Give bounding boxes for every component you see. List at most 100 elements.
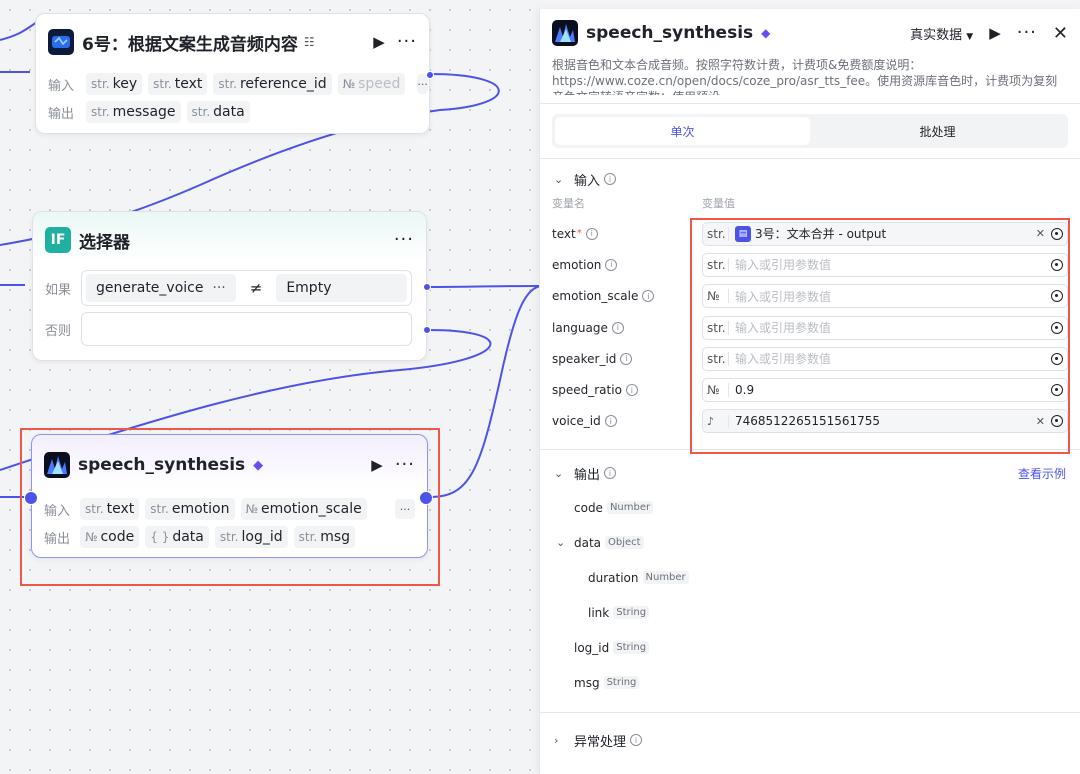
input-label: 输入: [48, 78, 75, 94]
node-audio-generation[interactable]: 6号：根据文案生成音频内容 ☷ ▶ ··· 输入 str. key str. tex…: [35, 13, 434, 134]
chevron-down-icon: ⌄: [554, 172, 564, 186]
node-title: speech_synthesis: [78, 455, 246, 475]
output-item: code Number: [574, 490, 1080, 525]
input-tag: str. emotion: [145, 498, 235, 520]
panel-title: speech_synthesis: [586, 23, 754, 43]
info-icon: i: [620, 352, 633, 365]
input-tag: str. reference_id: [213, 73, 332, 95]
more-options-icon[interactable]: ···: [394, 231, 414, 249]
more-options-icon[interactable]: ···: [395, 456, 415, 474]
tab-batch[interactable]: 批处理: [810, 117, 1065, 145]
output-label: 输出: [48, 106, 75, 122]
info-icon: i: [630, 734, 643, 747]
output-row: 输出 str. message str. data: [36, 98, 429, 126]
variable-picker-icon[interactable]: [1051, 227, 1063, 240]
node-header: 6号：根据文案生成音频内容 ☷ ▶ ···: [36, 14, 429, 70]
output-tag: № code: [80, 526, 140, 548]
info-icon: i: [625, 384, 638, 397]
speech-plugin-logo-icon: [552, 20, 578, 46]
chevron-down-icon: ⌄: [556, 536, 566, 550]
condition-box[interactable]: generate_voice ··· ≠ Empty: [81, 270, 412, 306]
run-node-icon[interactable]: ▶: [371, 456, 383, 474]
output-tag: str. msg: [293, 526, 356, 548]
run-node-icon[interactable]: ▶: [373, 33, 385, 51]
verified-icon: ◆: [253, 457, 264, 473]
run-mode-tabs: 单次 批处理: [552, 114, 1068, 148]
output-label: 输出: [44, 531, 71, 547]
node-header: IF 选择器 ···: [33, 212, 426, 268]
output-row: 输出 № code { } data str. log_id str. msg: [32, 523, 427, 551]
verified-icon: ◆: [761, 26, 771, 40]
input-tag: № emotion_scale: [240, 498, 367, 520]
output-item: duration Number: [574, 560, 1080, 595]
output-section-header[interactable]: ⌄ 输出 i 查看示例: [540, 458, 1080, 488]
node-title: 选择器: [79, 232, 130, 253]
error-handling-section-header[interactable]: › 异常处理 i: [540, 725, 1080, 755]
chevron-down-icon: ⌄: [554, 466, 564, 480]
output-tree: code Number ⌄ data Object duration Number li…: [540, 490, 1080, 700]
data-mode-select[interactable]: 真实数据 ▼: [910, 24, 973, 43]
note-icon: ☷: [303, 35, 315, 49]
panel-header: speech_synthesis ◆ 真实数据 ▼ ▶ ··· ✕: [540, 9, 1080, 57]
input-section-header[interactable]: ⌄ 输入 i: [540, 164, 1080, 194]
params-highlight: [690, 218, 1070, 454]
right-operand[interactable]: Empty: [276, 274, 407, 302]
input-row: 输入 str. key str. text str. reference_id № sp…: [36, 70, 429, 98]
if-output-port[interactable]: [423, 283, 431, 291]
node-header: speech_synthesis ◆ ▶ ···: [32, 435, 427, 495]
output-tag: str. message: [86, 101, 181, 123]
more-options-icon[interactable]: ···: [1017, 24, 1037, 42]
input-tag: str. text: [80, 498, 140, 520]
output-item[interactable]: ⌄ data Object: [556, 525, 1080, 560]
if-icon: IF: [45, 227, 71, 253]
info-icon: i: [604, 415, 617, 428]
output-tag: { } data: [145, 526, 209, 548]
speech-plugin-logo-icon: [44, 452, 70, 478]
app-logo-icon: [48, 29, 74, 55]
input-tag: str. key: [86, 73, 143, 95]
node-speech-synthesis[interactable]: speech_synthesis ◆ ▶ ··· 输入 str. text str…: [24, 434, 433, 558]
input-port[interactable]: [24, 491, 38, 505]
output-port[interactable]: [419, 491, 433, 505]
else-row: 否则: [33, 308, 426, 350]
info-icon: i: [604, 173, 617, 185]
node-selector[interactable]: IF 选择器 ··· 如果 generate_voice ··· ≠ Empty…: [32, 211, 431, 361]
info-icon: i: [604, 467, 617, 480]
else-label: 否则: [45, 323, 72, 339]
left-operand[interactable]: generate_voice ···: [86, 274, 236, 302]
more-options-icon[interactable]: ···: [397, 33, 417, 51]
column-headers: 变量名 变量值: [552, 197, 735, 210]
chevron-right-icon: ›: [554, 733, 559, 747]
output-tag: str. data: [186, 101, 250, 123]
close-icon[interactable]: ✕: [1053, 23, 1068, 44]
input-label: 输入: [44, 503, 71, 519]
expand-inputs-button[interactable]: ···: [395, 499, 415, 519]
else-output-port[interactable]: [423, 326, 431, 334]
tab-single[interactable]: 单次: [555, 117, 810, 145]
output-item: msg String: [574, 665, 1080, 700]
run-node-icon[interactable]: ▶: [989, 24, 1001, 42]
else-box[interactable]: [81, 312, 412, 346]
panel-description: 根据音色和文本合成音频。按照字符数计费，计费项&免费额度说明：https://w…: [552, 58, 1058, 95]
if-row: 如果 generate_voice ··· ≠ Empty: [33, 268, 426, 308]
input-tag: № speed: [337, 73, 406, 95]
variable-picker-icon[interactable]: [1051, 321, 1063, 334]
info-icon: i: [611, 321, 624, 334]
if-label: 如果: [45, 282, 72, 298]
output-tag: str. log_id: [214, 526, 288, 548]
info-icon: i: [642, 290, 655, 303]
variable-picker-icon[interactable]: [1051, 258, 1063, 271]
output-item: link String: [574, 595, 1080, 630]
operator[interactable]: ≠: [250, 279, 263, 297]
node-title: 6号：根据文案生成音频内容: [82, 34, 298, 55]
caret-down-icon: ▼: [966, 31, 974, 42]
input-tag: str. text: [148, 73, 208, 95]
view-example-link[interactable]: 查看示例: [1018, 465, 1066, 482]
node-detail-panel: speech_synthesis ◆ 真实数据 ▼ ▶ ··· ✕ 根据音色和文…: [539, 9, 1080, 774]
output-item: log_id String: [574, 630, 1080, 665]
input-row: 输入 str. text str. emotion № emotion_scale ·…: [32, 495, 427, 523]
output-port[interactable]: [426, 71, 434, 79]
variable-picker-icon[interactable]: [1051, 352, 1063, 365]
info-icon: i: [605, 258, 618, 271]
info-icon: i: [585, 227, 598, 240]
